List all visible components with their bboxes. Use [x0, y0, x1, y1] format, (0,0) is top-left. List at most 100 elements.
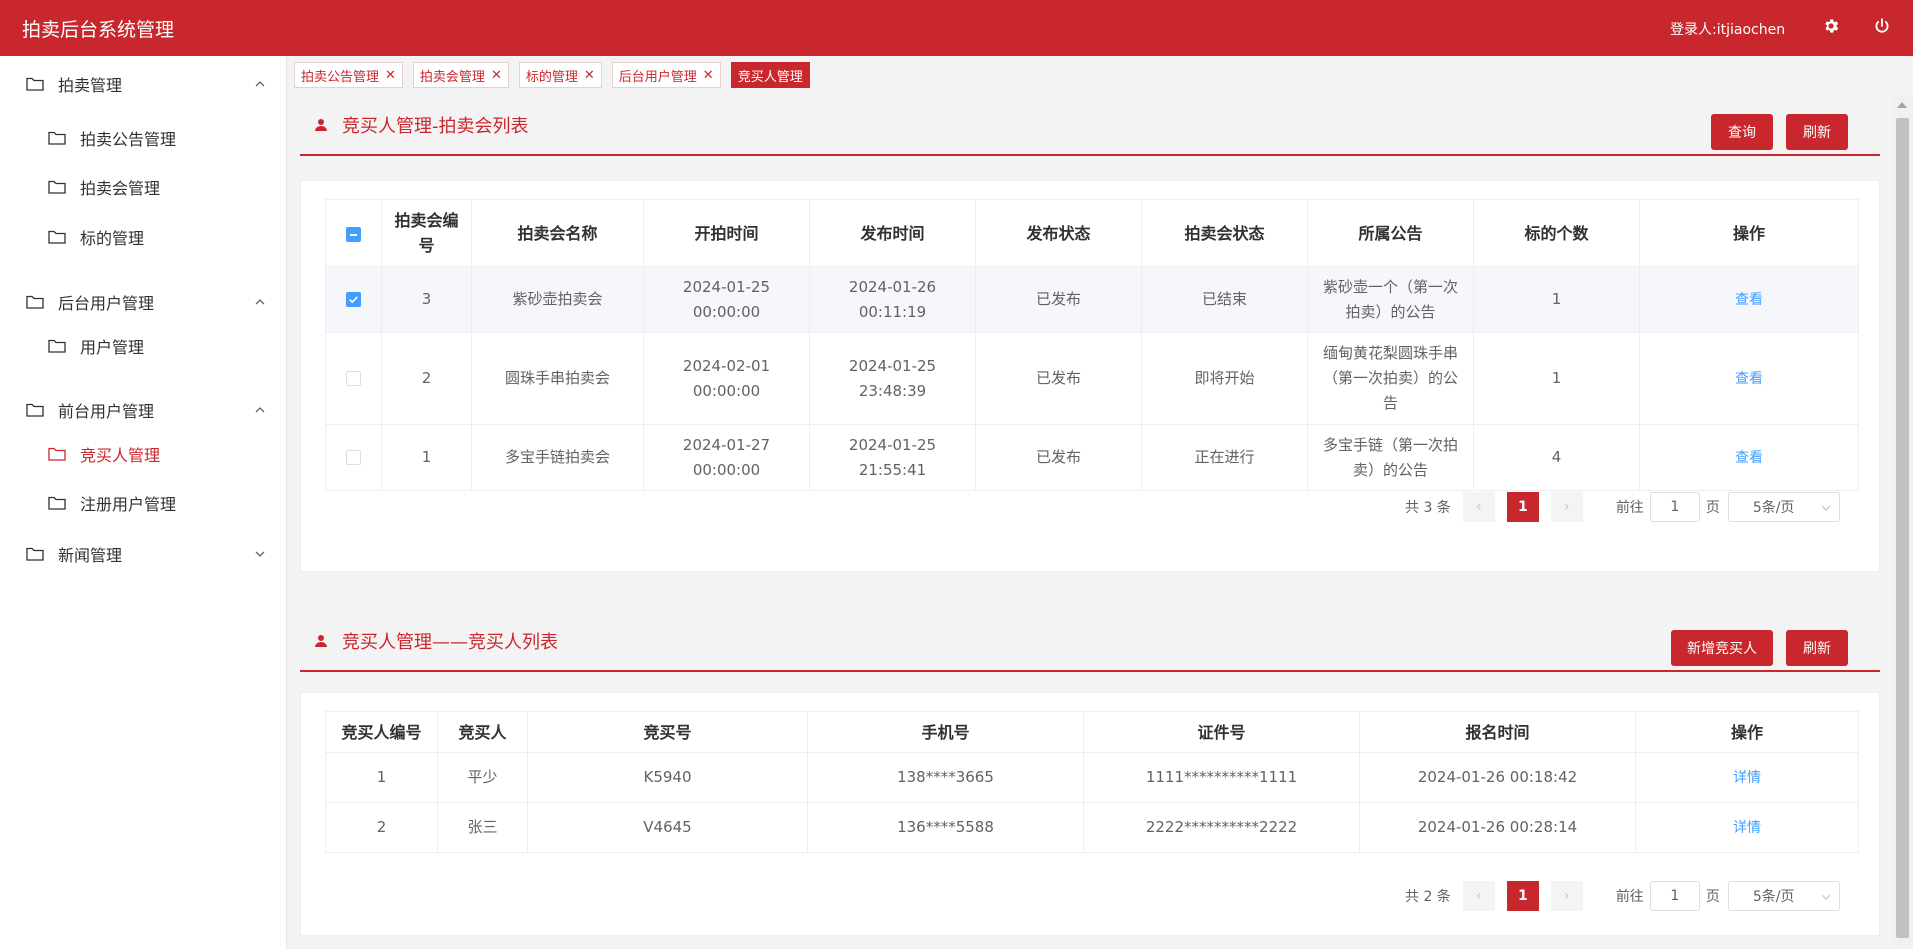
page-size-select[interactable]: 5条/页: [1727, 881, 1840, 911]
tab-2[interactable]: 标的管理 ✕: [518, 62, 602, 88]
cell-status: 即将开始: [1141, 332, 1308, 425]
cell-id: 2: [381, 332, 472, 425]
row-select-cell[interactable]: [325, 266, 382, 333]
table-row[interactable]: 2 圆珠手串拍卖会 2024-02-01 00:00:00 2024-01-25 23…: [325, 332, 1859, 425]
scrollbar-thumb[interactable]: [1896, 118, 1909, 938]
cell-name: 圆珠手串拍卖会: [471, 332, 644, 425]
column-header: 发布状态: [975, 199, 1142, 267]
table-row[interactable]: 3 紫砂壶拍卖会 2024-01-25 00:00:00 2024-01-26 00:…: [325, 266, 1859, 333]
total-count: 共 3 条: [1405, 500, 1451, 516]
view-link[interactable]: 查看: [1735, 371, 1763, 387]
main-content: 竞买人管理-拍卖会列表 查询 刷新 拍卖会编号 拍卖会名称 开拍时间 发布时间 发布状态…: [288, 96, 1892, 949]
page-size-value: 5条/页: [1752, 889, 1795, 905]
select-all-checkbox[interactable]: [346, 226, 361, 242]
sidebar-group-label: 拍卖管理: [58, 76, 123, 95]
cell-count: 1: [1473, 332, 1640, 425]
chevron-right-icon: ›: [1564, 888, 1570, 904]
row-checkbox[interactable]: [346, 371, 361, 386]
scroll-up-icon[interactable]: [1897, 102, 1907, 108]
add-bidder-button[interactable]: 新增竞买人: [1671, 630, 1773, 666]
user-icon: [315, 119, 327, 131]
login-user: 登录人:itjiaochen: [1670, 22, 1786, 38]
row-checkbox[interactable]: [346, 450, 361, 465]
sidebar-group-label: 前台用户管理: [58, 402, 155, 421]
power-icon[interactable]: [1871, 15, 1893, 37]
gear-icon[interactable]: [1820, 15, 1842, 37]
cell-name: 张三: [437, 802, 528, 853]
prev-page-button[interactable]: ‹: [1462, 881, 1495, 911]
column-header: 操作: [1635, 711, 1859, 753]
row-checkbox[interactable]: [346, 292, 361, 307]
sidebar-item-2-0[interactable]: 竞买人管理: [48, 434, 268, 474]
cell-notice: 紫砂壶一个（第一次拍卖）的公告: [1307, 266, 1474, 333]
close-icon[interactable]: ✕: [385, 68, 396, 83]
sidebar: 拍卖管理拍卖公告管理 拍卖会管理标的管理后台用户管理用户管理前台用户管理竞买人管理…: [0, 56, 287, 949]
goto-page-input[interactable]: [1649, 881, 1700, 911]
row-select-cell[interactable]: [325, 424, 382, 491]
chevron-right-icon: ›: [1564, 499, 1570, 515]
column-header: 发布时间: [809, 199, 976, 267]
sidebar-group-0[interactable]: 拍卖管理: [26, 64, 266, 104]
sidebar-group-3[interactable]: 新闻管理: [26, 534, 266, 574]
cell-action: 查看: [1639, 332, 1859, 425]
view-link[interactable]: 查看: [1735, 450, 1763, 466]
sidebar-item-label: 标的管理: [80, 229, 145, 248]
row-select-cell[interactable]: [325, 332, 382, 425]
close-icon[interactable]: ✕: [584, 68, 595, 83]
tab-bar: 拍卖公告管理 ✕ 拍卖会管理 ✕ 标的管理 ✕ 后台用户管理 ✕ 竞买人管理: [294, 62, 810, 88]
sidebar-item-2-1[interactable]: 注册用户管理: [48, 483, 268, 523]
tab-label: 后台用户管理: [618, 69, 697, 85]
table-row[interactable]: 2 张三 V4645 136****5588 2222**********2222 202…: [325, 802, 1859, 853]
auction-table-card: 拍卖会编号 拍卖会名称 开拍时间 发布时间 发布状态 拍卖会状态 所属公告 标的个数 操作 3 紫砂…: [300, 180, 1880, 572]
sidebar-item-0-1[interactable]: 拍卖会管理: [48, 167, 268, 207]
tab-4[interactable]: 竞买人管理: [730, 62, 810, 88]
goto-page-input[interactable]: [1649, 492, 1700, 522]
bidder-section-header: 竞买人管理——竞买人列表 新增竞买人 刷新: [300, 626, 1880, 672]
tab-3[interactable]: 后台用户管理 ✕: [611, 62, 721, 88]
table-row[interactable]: 1 平少 K5940 138****3665 1111**********1111 202…: [325, 752, 1859, 803]
cell-name: 紫砂壶拍卖会: [471, 266, 644, 333]
page-number-button[interactable]: 1: [1506, 492, 1539, 522]
refresh-auction-button[interactable]: 刷新: [1786, 114, 1848, 150]
cell-status: 已结束: [1141, 266, 1308, 333]
select-all-cell[interactable]: [325, 199, 382, 267]
user-icon: [315, 635, 327, 647]
cell-action: 查看: [1639, 266, 1859, 333]
page-size-select[interactable]: 5条/页: [1727, 492, 1840, 522]
next-page-button[interactable]: ›: [1550, 492, 1583, 522]
tab-0[interactable]: 拍卖公告管理 ✕: [294, 62, 403, 88]
bidder-pager: 共 2 条 ‹ 1 › 前往 页 5条/页: [1405, 881, 1840, 911]
sidebar-group-1[interactable]: 后台用户管理: [26, 282, 266, 322]
tab-1[interactable]: 拍卖会管理 ✕: [412, 62, 509, 88]
folder-icon: [26, 403, 44, 417]
sidebar-group-2[interactable]: 前台用户管理: [26, 390, 266, 430]
cell-start: 2024-01-27 00:00:00: [643, 424, 810, 491]
table-row[interactable]: 1 多宝手链拍卖会 2024-01-27 00:00:00 2024-01-25 21…: [325, 424, 1859, 491]
cell-id: 1: [325, 752, 438, 803]
sidebar-item-0-0[interactable]: 拍卖公告管理: [48, 118, 268, 158]
folder-icon: [48, 339, 66, 353]
chevron-down-icon: [1821, 505, 1831, 511]
column-header: 证件号: [1083, 711, 1360, 753]
scrollbar[interactable]: [1892, 96, 1913, 949]
sidebar-item-1-0[interactable]: 用户管理: [48, 326, 268, 366]
chevron-up-icon: [255, 299, 265, 305]
page-number-button[interactable]: 1: [1506, 881, 1539, 911]
next-page-button[interactable]: ›: [1550, 881, 1583, 911]
close-icon[interactable]: ✕: [491, 68, 502, 83]
chevron-up-icon: [255, 81, 265, 87]
top-bar: 拍卖后台系统管理 登录人:itjiaochen: [0, 0, 1913, 56]
detail-link[interactable]: 详情: [1733, 820, 1761, 836]
prev-page-button[interactable]: ‹: [1462, 492, 1495, 522]
query-button[interactable]: 查询: [1711, 114, 1773, 150]
close-icon[interactable]: ✕: [703, 68, 714, 83]
view-link[interactable]: 查看: [1735, 292, 1763, 308]
refresh-bidder-button[interactable]: 刷新: [1786, 630, 1848, 666]
cell-notice: 缅甸黄花梨圆珠手串（第一次拍卖）的公告: [1307, 332, 1474, 425]
sidebar-item-label: 用户管理: [80, 338, 145, 357]
chevron-down-icon: [1821, 894, 1831, 900]
detail-link[interactable]: 详情: [1733, 770, 1761, 786]
sidebar-item-0-2[interactable]: 标的管理: [48, 217, 268, 257]
cell-action: 查看: [1639, 424, 1859, 491]
cell-pub_status: 已发布: [975, 332, 1142, 425]
